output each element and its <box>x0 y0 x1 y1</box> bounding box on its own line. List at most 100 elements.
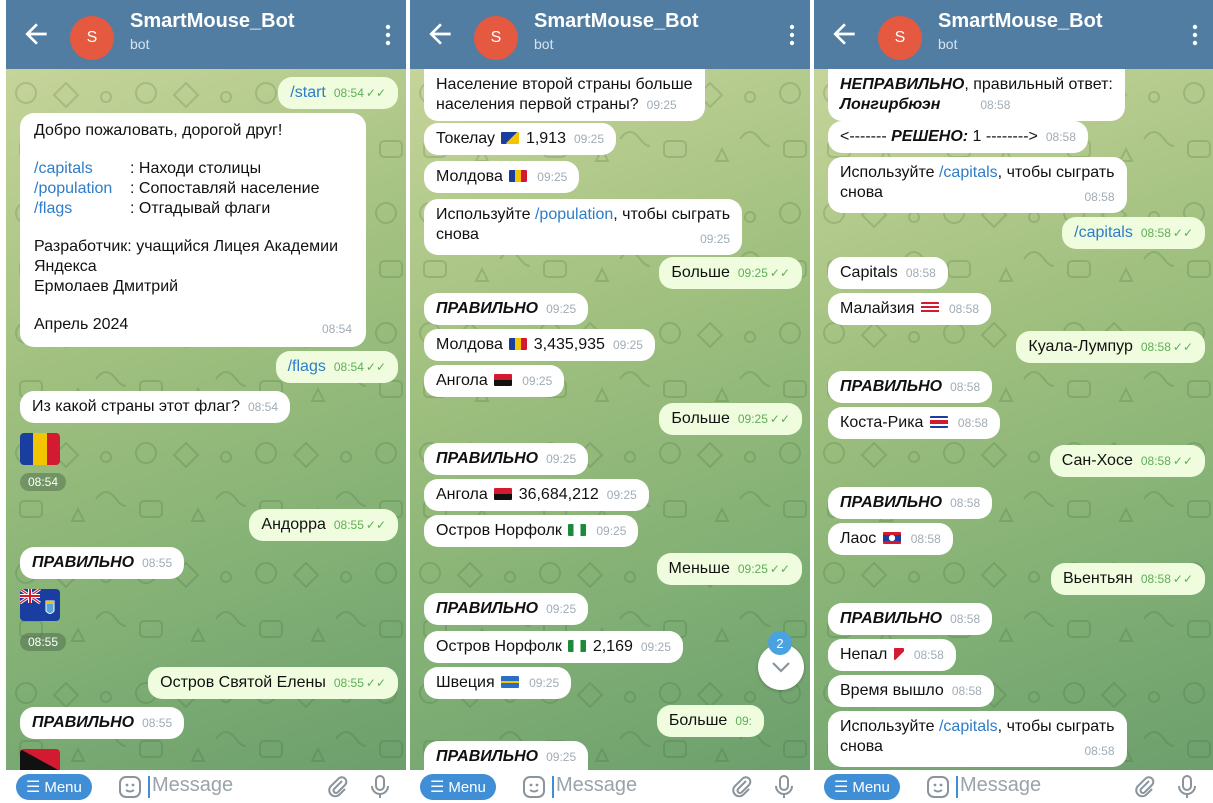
command-link[interactable]: /population <box>34 179 130 199</box>
command-link[interactable]: /population <box>535 206 613 223</box>
sweden-flag-icon <box>501 676 520 688</box>
message-text[interactable]: /start <box>290 84 326 101</box>
incoming-message[interactable]: ПРАВИЛЬНО 08:55 <box>20 547 185 579</box>
saint-helena-flag-icon[interactable] <box>20 589 60 621</box>
message-input[interactable]: Message <box>152 774 233 797</box>
command-link[interactable]: /flags <box>34 199 130 219</box>
outgoing-message[interactable]: Больше 09: <box>656 705 764 737</box>
incoming-message[interactable]: ПРАВИЛЬНО 09:25 <box>424 741 589 770</box>
sticker-icon[interactable] <box>118 775 142 799</box>
outgoing-message[interactable]: Больше 09:25 ✓✓ <box>659 403 802 435</box>
message-text: Сан-Хосе <box>1061 452 1133 469</box>
incoming-message[interactable]: ПРАВИЛЬНО 08:55 <box>20 707 185 739</box>
outgoing-message[interactable]: /flags 08:54 ✓✓ <box>275 351 398 383</box>
chat-title[interactable]: SmartMouse_Bot <box>534 10 698 33</box>
incoming-message[interactable]: ПРАВИЛЬНО 09:25 <box>424 443 589 475</box>
outgoing-message[interactable]: Вьентьян 08:58 ✓✓ <box>1050 563 1205 595</box>
more-options-icon[interactable] <box>788 24 796 46</box>
sticker-icon[interactable] <box>926 775 950 799</box>
message-input[interactable]: Message <box>960 774 1041 797</box>
menu-icon: ☰ <box>430 779 445 796</box>
chat-title[interactable]: SmartMouse_Bot <box>130 10 294 33</box>
menu-button[interactable]: ☰ Menu <box>420 774 496 800</box>
welcome-message[interactable]: Добро пожаловать, дорогой друг! /capital… <box>20 113 366 347</box>
message-list[interactable]: Население второй страны больше населения … <box>410 69 810 770</box>
avatar[interactable]: S <box>474 16 518 60</box>
outgoing-message[interactable]: Меньше 09:25 ✓✓ <box>656 553 802 585</box>
incoming-message[interactable]: Используйте /capitals, чтобы сыграть снов… <box>828 711 1127 767</box>
andorra-flag-icon[interactable] <box>20 433 60 465</box>
incoming-message[interactable]: Непал 08:58 <box>828 639 956 671</box>
incoming-message[interactable]: Capitals 08:58 <box>828 257 948 289</box>
incoming-message[interactable]: Остров Норфолк 2,169 09:25 <box>424 631 683 663</box>
message-text[interactable]: /capitals <box>1074 224 1133 241</box>
incoming-message[interactable]: Используйте /capitals, чтобы сыграть снов… <box>828 157 1127 213</box>
incoming-message[interactable]: Швеция 09:25 <box>424 667 572 699</box>
incoming-message[interactable]: Молдова 3,435,935 09:25 <box>424 329 655 361</box>
outgoing-message[interactable]: /start 08:54 ✓✓ <box>278 77 398 109</box>
outgoing-message[interactable]: Андорра 08:55 ✓✓ <box>249 509 398 541</box>
incoming-message[interactable]: Остров Норфолк 09:25 <box>424 515 639 547</box>
microphone-icon[interactable] <box>368 774 392 800</box>
attach-icon[interactable] <box>326 775 350 799</box>
chat-subtitle: bot <box>534 36 554 52</box>
incoming-message[interactable]: Время вышло 08:58 <box>828 675 994 707</box>
incoming-message[interactable]: ПРАВИЛЬНО 08:58 <box>828 371 993 403</box>
incoming-message[interactable]: ПРАВИЛЬНО 09:25 <box>424 593 589 625</box>
incoming-message[interactable]: Ангола 36,684,212 09:25 <box>424 479 649 511</box>
message-text[interactable]: /flags <box>288 358 326 375</box>
back-arrow-icon[interactable] <box>828 18 860 50</box>
command-link[interactable]: /capitals <box>34 159 130 179</box>
outgoing-message[interactable]: Остров Святой Елены 08:55 ✓✓ <box>148 667 398 699</box>
chat-title[interactable]: SmartMouse_Bot <box>938 10 1102 33</box>
outgoing-message[interactable]: /capitals 08:58 ✓✓ <box>1062 217 1205 249</box>
avatar[interactable]: S <box>878 16 922 60</box>
back-arrow-icon[interactable] <box>20 18 52 50</box>
command-desc: : Сопоставляй население <box>130 180 320 197</box>
incoming-message[interactable]: <------- РЕШЕНО: 1 --------> 08:58 <box>828 121 1088 153</box>
more-options-icon[interactable] <box>384 24 392 46</box>
outgoing-message[interactable]: Куала-Лумпур 08:58 ✓✓ <box>1016 331 1205 363</box>
read-check-icon: ✓✓ <box>1172 340 1193 354</box>
avatar[interactable]: S <box>70 16 114 60</box>
incoming-message[interactable]: ПРАВИЛЬНО 08:58 <box>828 603 993 635</box>
attach-icon[interactable] <box>730 775 754 799</box>
incoming-message[interactable]: ПРАВИЛЬНО 09:25 <box>424 293 589 325</box>
incoming-message[interactable]: Население второй страны больше населения … <box>424 69 705 121</box>
menu-button[interactable]: ☰ Menu <box>16 774 92 800</box>
back-arrow-icon[interactable] <box>424 18 456 50</box>
message-time: 09:25 <box>522 374 553 388</box>
outgoing-message[interactable]: Сан-Хосе 08:58 ✓✓ <box>1049 445 1205 477</box>
message-time: 09:25 <box>640 640 671 654</box>
incoming-message[interactable]: Молдова 09:25 <box>424 161 580 193</box>
outgoing-message[interactable]: Больше 09:25 ✓✓ <box>659 257 802 289</box>
message-list[interactable]: НЕПРАВИЛЬНО, правильный ответ: Лонгирбюэн… <box>814 69 1213 770</box>
country-name: Малайзия <box>840 300 915 317</box>
sticker-icon[interactable] <box>522 775 546 799</box>
incoming-message[interactable]: НЕПРАВИЛЬНО, правильный ответ: Лонгирбюэн… <box>828 69 1125 121</box>
developer-text: Разработчик: учащийся Лицея Академии <box>34 238 339 255</box>
papua-new-guinea-flag-icon[interactable] <box>20 749 60 770</box>
message-list[interactable]: /start 08:54 ✓✓ Добро пожаловать, дорогой … <box>6 69 406 770</box>
microphone-icon[interactable] <box>772 774 796 800</box>
more-options-icon[interactable] <box>1191 24 1199 46</box>
command-link[interactable]: /capitals <box>939 164 998 181</box>
command-link[interactable]: /capitals <box>939 718 998 735</box>
incoming-message[interactable]: Коста-Рика 08:58 <box>828 407 1000 439</box>
incoming-message[interactable]: Из какой страны этот флаг? 08:54 <box>20 391 290 423</box>
angola-flag-icon <box>494 374 513 386</box>
menu-button[interactable]: ☰ Menu <box>824 774 900 800</box>
incoming-message[interactable]: Ангола 09:25 <box>424 365 565 397</box>
incoming-message[interactable]: Малайзия 08:58 <box>828 293 991 325</box>
attach-icon[interactable] <box>1133 775 1157 799</box>
incoming-message[interactable]: Используйте /population, чтобы сыграть сн… <box>424 199 743 255</box>
incoming-message[interactable]: ПРАВИЛЬНО 08:58 <box>828 487 993 519</box>
unread-badge: 2 <box>768 631 792 655</box>
microphone-icon[interactable] <box>1175 774 1199 800</box>
avatar-letter: S <box>894 29 906 46</box>
message-time: 09: <box>735 714 752 728</box>
norfolk-flag-icon <box>568 640 587 652</box>
message-input[interactable]: Message <box>556 774 637 797</box>
incoming-message[interactable]: Лаос 08:58 <box>828 523 953 555</box>
incoming-message[interactable]: Токелау 1,913 09:25 <box>424 123 617 155</box>
